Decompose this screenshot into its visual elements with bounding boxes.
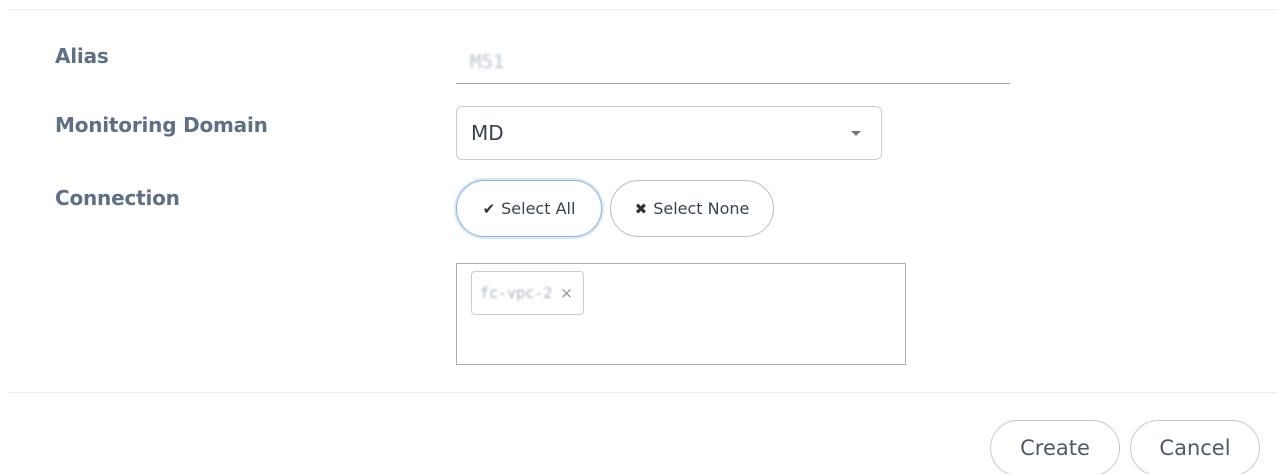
connection-label: Connection [55, 186, 180, 210]
top-divider [8, 9, 1278, 10]
alias-input[interactable]: M51 [456, 42, 1010, 84]
alias-value: M51 [470, 51, 505, 73]
bottom-divider [8, 392, 1278, 393]
tag-remove-icon[interactable]: × [560, 284, 573, 302]
monitoring-domain-select[interactable]: MD [456, 106, 882, 160]
checkmark-icon: ✔ [482, 199, 496, 218]
cancel-button[interactable]: Cancel [1130, 420, 1260, 474]
select-none-label: Select None [653, 199, 750, 218]
select-none-button[interactable]: ✖ Select None [610, 180, 774, 237]
monitoring-domain-label: Monitoring Domain [55, 113, 268, 137]
create-button[interactable]: Create [990, 420, 1120, 474]
x-icon: ✖ [634, 199, 648, 218]
caret-down-icon [851, 131, 861, 136]
select-all-label: Select All [501, 199, 576, 218]
alias-label: Alias [55, 44, 109, 68]
connection-multiselect[interactable]: fc-vpc-2 × [456, 263, 906, 365]
monitoring-domain-value: MD [471, 121, 504, 145]
connection-tag-text: fc-vpc-2 [480, 284, 553, 302]
select-all-button[interactable]: ✔ Select All [456, 180, 602, 237]
connection-tag: fc-vpc-2 × [471, 271, 584, 315]
